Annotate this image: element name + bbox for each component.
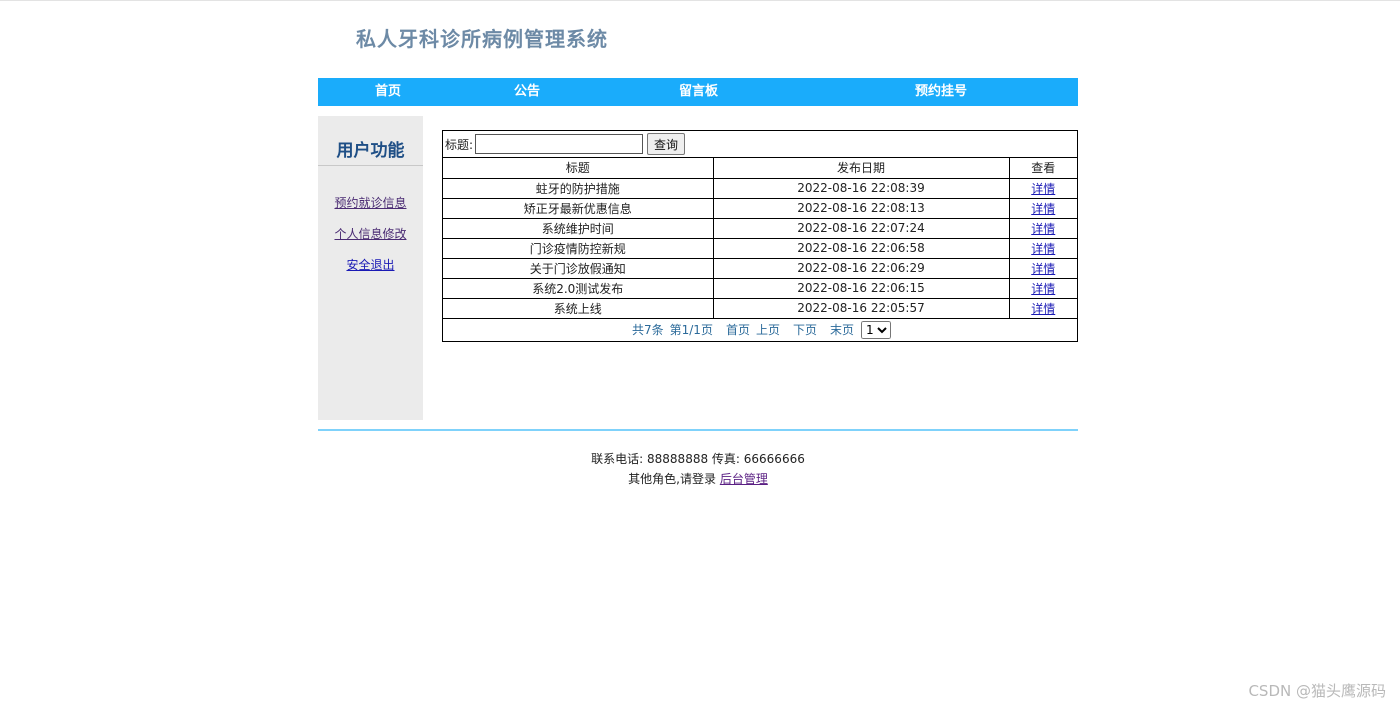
pager-next[interactable]: 下页 [793,321,817,338]
main-nav: 首页 公告 留言板 预约挂号 [318,78,1078,106]
pagination: 共7条 第1/1页 首页 上页 下页 末页 1 [443,319,1077,341]
row-date: 2022-08-16 22:06:15 [713,278,1010,299]
row-date: 2022-08-16 22:06:58 [713,238,1010,259]
row-date: 2022-08-16 22:08:13 [713,198,1010,219]
table-row: 门诊疫情防控新规 2022-08-16 22:06:58 详情 [443,238,1077,259]
footer-contact: 联系电话: 88888888 传真: 66666666 [591,452,805,466]
details-link[interactable]: 详情 [1031,202,1055,216]
nav-home[interactable]: 首页 [375,78,401,106]
footer-login-prompt: 其他角色,请登录 [628,472,716,486]
row-title: 系统上线 [443,298,714,319]
details-link[interactable]: 详情 [1031,302,1055,316]
search-input[interactable] [475,134,644,154]
sidebar-item-logout[interactable]: 安全退出 [318,256,423,287]
pager-page-info: 第1/1页 [669,323,713,337]
row-date: 2022-08-16 22:07:24 [713,218,1010,239]
row-title: 蛀牙的防护措施 [443,178,714,199]
site-title: 私人牙科诊所病例管理系统 [356,27,608,51]
details-link[interactable]: 详情 [1031,262,1055,276]
row-title: 关于门诊放假通知 [443,258,714,279]
row-title: 矫正牙最新优惠信息 [443,198,714,219]
details-link[interactable]: 详情 [1031,222,1055,236]
nav-appointment[interactable]: 预约挂号 [915,78,967,106]
table-row: 系统2.0测试发布 2022-08-16 22:06:15 详情 [443,278,1077,299]
table-row: 蛀牙的防护措施 2022-08-16 22:08:39 详情 [443,178,1077,199]
search-button[interactable]: 查询 [647,133,686,155]
row-title: 门诊疫情防控新规 [443,238,714,259]
table-row: 矫正牙最新优惠信息 2022-08-16 22:08:13 详情 [443,198,1077,219]
row-date: 2022-08-16 22:06:29 [713,258,1010,279]
column-header-title: 标题 [443,158,714,179]
row-title: 系统维护时间 [443,218,714,239]
sidebar: 用户功能 预约就诊信息 个人信息修改 安全退出 [318,116,423,420]
pager-total: 共7条 [631,323,664,337]
sidebar-links: 预约就诊信息 个人信息修改 安全退出 [318,194,423,287]
sidebar-item-appointments[interactable]: 预约就诊信息 [318,194,423,225]
page-select[interactable]: 1 [861,320,892,339]
column-header-view: 查看 [1009,158,1077,179]
footer-login-line: 其他角色,请登录 后台管理 [318,469,1078,489]
search-label: 标题: [445,137,474,152]
row-title: 系统2.0测试发布 [443,278,714,299]
details-link[interactable]: 详情 [1031,242,1055,256]
admin-login-link[interactable]: 后台管理 [720,472,768,486]
notice-table: 标题 发布日期 查看 蛀牙的防护措施 2022-08-16 22:08:39 详… [443,158,1077,319]
sidebar-item-profile-edit[interactable]: 个人信息修改 [318,225,423,256]
table-row: 关于门诊放假通知 2022-08-16 22:06:29 详情 [443,258,1077,279]
footer-divider [318,429,1078,431]
table-row: 系统维护时间 2022-08-16 22:07:24 详情 [443,218,1077,239]
pager-prev[interactable]: 上页 [756,321,780,338]
row-date: 2022-08-16 22:08:39 [713,178,1010,199]
search-bar: 标题: 查询 [443,131,1077,158]
details-link[interactable]: 详情 [1031,282,1055,296]
nav-guestbook[interactable]: 留言板 [679,78,718,106]
sidebar-title: 用户功能 [318,136,423,166]
pager-last[interactable]: 末页 [830,321,854,338]
watermark: CSDN @猫头鹰源码 [1248,682,1386,700]
notice-panel: 标题: 查询 标题 发布日期 查看 蛀牙的防护措施 2022-08-16 22:… [442,130,1078,342]
pager-first[interactable]: 首页 [726,321,750,338]
row-date: 2022-08-16 22:05:57 [713,298,1010,319]
details-link[interactable]: 详情 [1031,182,1055,196]
table-row: 系统上线 2022-08-16 22:05:57 详情 [443,298,1077,319]
footer: 联系电话: 88888888 传真: 66666666 其他角色,请登录 后台管… [318,449,1078,489]
nav-notice[interactable]: 公告 [514,78,540,106]
table-header-row: 标题 发布日期 查看 [443,158,1077,179]
column-header-date: 发布日期 [713,158,1010,179]
